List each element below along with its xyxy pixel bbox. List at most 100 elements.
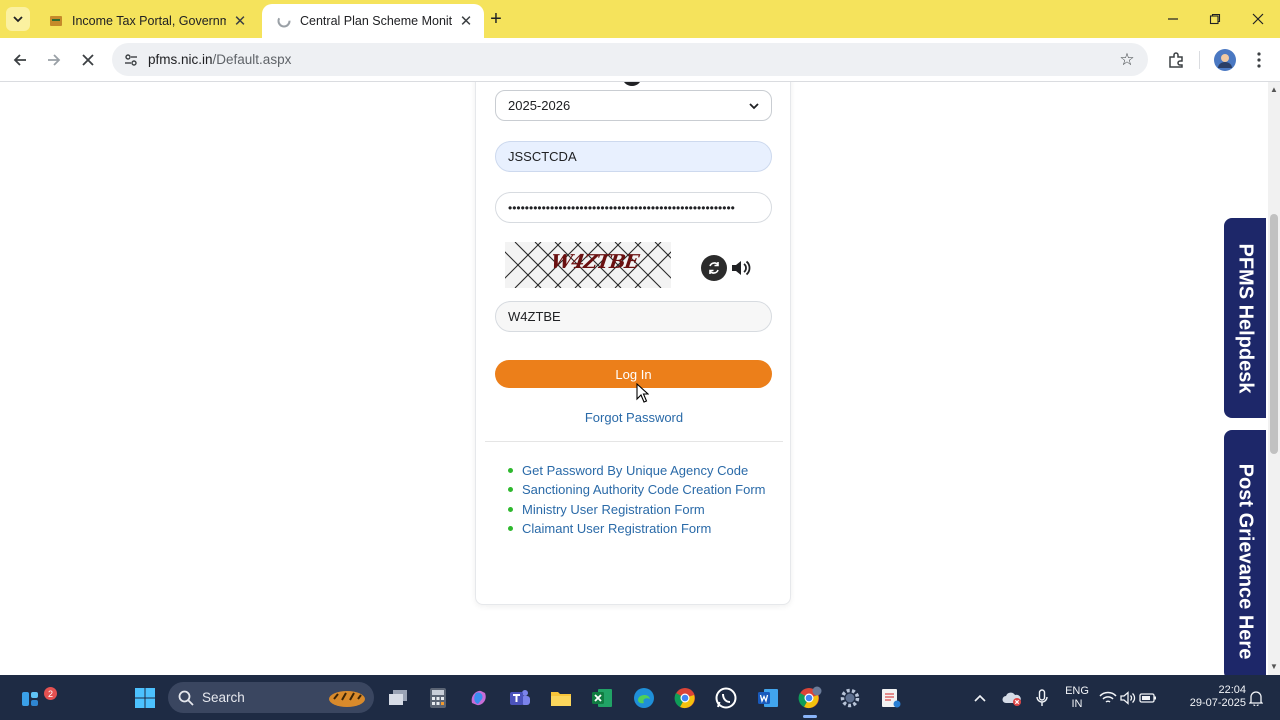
tab-income-tax[interactable]: Income Tax Portal, Government ✕ [34,4,258,38]
extensions-button[interactable] [1162,46,1190,74]
close-window-button[interactable] [1237,0,1279,38]
profile-avatar[interactable] [1211,46,1239,74]
income-tax-favicon-icon [48,13,64,29]
taskbar-copilot[interactable] [463,682,495,714]
restore-button[interactable] [1194,0,1236,38]
url-host: pfms.nic.in [148,52,213,67]
gear-icon [840,688,860,708]
taskbar-snipping-tool[interactable] [875,682,907,714]
notification-center-button[interactable] [1245,682,1267,714]
arrow-right-icon [48,54,61,66]
bookmark-star-icon[interactable]: ☆ [1116,49,1138,71]
microphone-status[interactable] [1028,682,1056,714]
captcha-input[interactable]: W4ZTBE [495,301,772,332]
excel-icon [592,689,612,707]
captcha-audio-button[interactable] [730,257,752,279]
clock-date: 29-07-2025 [1189,697,1246,709]
quick-settings-button[interactable] [1098,682,1158,714]
close-icon [82,54,94,66]
page-scrollbar[interactable]: ▲ ▼ [1268,82,1280,675]
link-get-password[interactable]: Get Password By Unique Agency Code [522,463,748,478]
tab-pfms[interactable]: Central Plan Scheme Monitorin ✕ [262,4,484,38]
taskbar-file-explorer[interactable] [545,682,577,714]
list-item[interactable]: Ministry User Registration Form [506,500,776,519]
bullet-icon [508,506,513,512]
site-info-icon[interactable] [116,45,146,75]
minimize-icon [1168,18,1178,20]
show-hidden-icons-button[interactable] [966,682,994,714]
close-icon[interactable]: ✕ [232,13,248,30]
widgets-badge: 2 [44,687,57,700]
login-card: 2025-2026 JSSCTCDA •••••••••••••••••••••… [475,82,791,605]
bullet-icon [508,525,513,531]
input-language[interactable]: ENG IN [1060,685,1094,711]
volume-icon [1120,691,1136,705]
link-ministry-user[interactable]: Ministry User Registration Form [522,502,705,517]
restore-icon [1209,13,1221,25]
captcha-refresh-button[interactable] [701,255,727,281]
widgets-button[interactable]: 2 [14,682,57,714]
login-button-label: Log In [615,366,652,382]
close-icon[interactable]: ✕ [458,13,474,30]
link-claimant-user[interactable]: Claimant User Registration Form [522,521,711,536]
login-button[interactable]: Log In [495,360,772,388]
address-bar[interactable]: pfms.nic.in/Default.aspx ☆ [112,43,1148,76]
list-item[interactable]: Claimant User Registration Form [506,519,776,538]
password-input[interactable]: ••••••••••••••••••••••••••••••••••••••••… [495,192,772,223]
username-input[interactable]: JSSCTCDA [495,141,772,172]
password-value: ••••••••••••••••••••••••••••••••••••••••… [508,200,735,215]
financial-year-value: 2025-2026 [508,98,571,113]
helpdesk-label: PFMS Helpdesk [1234,242,1257,394]
taskbar-chrome[interactable] [669,682,701,714]
arrow-left-icon [13,54,26,66]
scroll-down-icon[interactable]: ▼ [1270,663,1278,671]
calculator-icon [430,688,446,708]
divider [485,441,783,442]
taskbar-edge[interactable] [628,682,660,714]
folder-icon [551,692,571,706]
helpdesk-side-tab[interactable]: PFMS Helpdesk [1224,218,1266,418]
chrome-profile-icon [798,686,822,709]
minimize-button[interactable] [1152,0,1194,38]
refresh-icon [709,262,719,274]
list-item[interactable]: Get Password By Unique Agency Code [506,461,776,480]
taskbar-word[interactable] [752,682,784,714]
taskbar-chrome-active[interactable] [794,682,826,714]
window-stack-icon [389,690,407,705]
loading-icon [276,13,292,29]
browser-toolbar: pfms.nic.in/Default.aspx ☆ [0,38,1280,82]
scroll-up-icon[interactable]: ▲ [1270,86,1278,94]
clock[interactable]: 22:04 29-07-2025 [1176,684,1246,710]
taskbar-whatsapp[interactable] [710,682,742,714]
taskbar-file-explorer-alt[interactable] [382,682,414,714]
list-item[interactable]: Sanctioning Authority Code Creation Form [506,480,776,499]
search-label: Search [202,690,245,705]
stop-loading-button[interactable] [74,46,102,74]
bullet-icon [508,487,513,493]
forward-button[interactable] [40,46,68,74]
card-top-marker [622,82,642,86]
scrollbar-thumb[interactable] [1270,214,1278,454]
grievance-side-tab[interactable]: Post Grievance Here [1224,430,1266,675]
browser-menu-button[interactable] [1245,46,1273,74]
onedrive-status[interactable] [998,682,1026,714]
forgot-password-link[interactable]: Forgot Password [476,410,792,425]
chevron-down-icon [13,16,23,23]
windows-taskbar: 2 Search ENG IN 22:04 29-07-2025 [0,675,1280,720]
taskbar-settings[interactable] [834,682,866,714]
new-tab-button[interactable]: + [484,7,508,31]
active-app-indicator [803,715,817,718]
chevron-up-icon [974,694,986,702]
avatar-icon [1214,49,1236,71]
taskbar-excel[interactable] [586,682,618,714]
taskbar-calculator[interactable] [422,682,454,714]
financial-year-select[interactable]: 2025-2026 [495,90,772,121]
link-sanctioning-authority[interactable]: Sanctioning Authority Code Creation Form [522,482,766,497]
tiger-search-highlight-icon [329,691,365,707]
taskbar-search[interactable]: Search [168,682,374,713]
start-button[interactable] [129,682,161,714]
taskbar-teams[interactable] [504,682,536,714]
teams-icon [510,690,530,705]
tab-search-button[interactable] [6,7,30,31]
back-button[interactable] [6,46,34,74]
